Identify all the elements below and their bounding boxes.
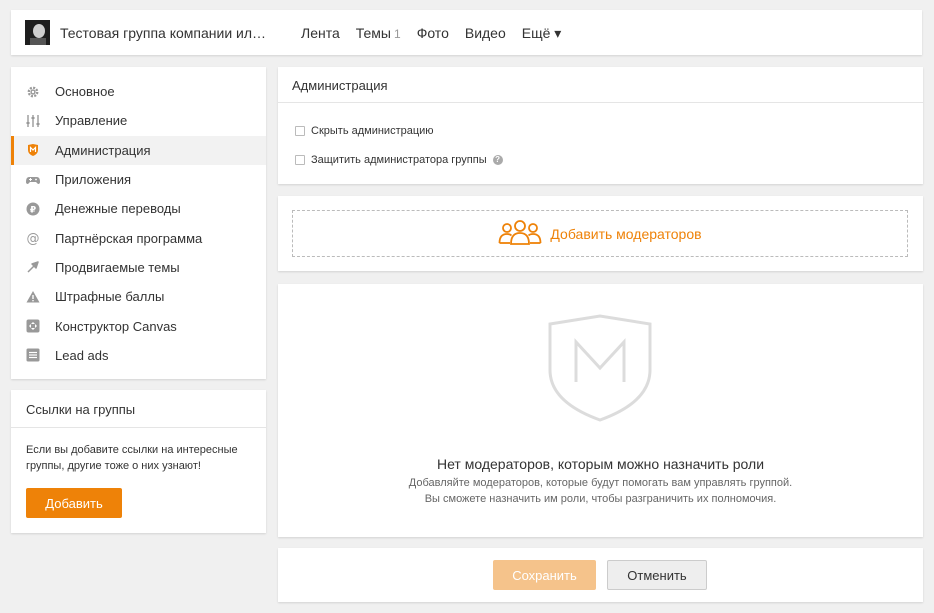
money-transfer-icon: ₽ (26, 202, 40, 216)
nav-topics-label: Темы (355, 25, 391, 41)
help-icon[interactable]: ? (492, 155, 503, 165)
sidebar-item-canvas[interactable]: Конструктор Canvas (11, 311, 266, 340)
hide-admin-checkbox[interactable] (295, 126, 305, 136)
administration-card: Администрация Скрыть администрацию Защит… (278, 67, 923, 184)
list-icon (26, 348, 40, 362)
group-header: Тестовая группа компании ил… Лента Темы 1… (11, 10, 922, 55)
sidebar-item-label: Приложения (55, 172, 132, 188)
moderator-shield-icon (546, 314, 654, 425)
warning-icon (26, 290, 40, 304)
sidebar-item-label: Управление (55, 113, 128, 129)
nav-topics-count: 1 (394, 27, 401, 41)
sidebar-item-penalty-points[interactable]: Штрафные баллы (11, 282, 266, 311)
administration-title: Администрация (292, 78, 388, 93)
sliders-icon (26, 114, 40, 128)
users-group-icon (498, 219, 542, 248)
group-links-title: Ссылки на группы (26, 402, 136, 417)
divider (278, 102, 923, 103)
at-icon: @ (26, 231, 40, 246)
cancel-button[interactable]: Отменить (607, 560, 707, 590)
nav-feed[interactable]: Лента (301, 25, 340, 42)
empty-state-line-1: Добавляйте модераторов, которые будут по… (408, 477, 793, 489)
save-button[interactable]: Сохранить (493, 560, 596, 590)
add-link-button[interactable]: Добавить (26, 488, 122, 518)
sidebar-item-partner-program[interactable]: @ Партнёрская программа (11, 223, 266, 252)
sidebar-item-label: Партнёрская программа (55, 230, 203, 246)
sidebar-item-label: Lead ads (55, 347, 109, 363)
nav-more[interactable]: Ещё ▾ (522, 25, 562, 42)
sidebar-item-label: Продвигаемые темы (55, 259, 180, 275)
hide-admin-label: Скрыть администрацию (311, 125, 434, 137)
svg-text:@: @ (27, 232, 40, 246)
add-moderators-card: Добавить модераторов (278, 196, 923, 271)
svg-text:₽: ₽ (30, 205, 36, 215)
nav-video[interactable]: Видео (465, 25, 506, 42)
group-nav: Лента Темы 1 Фото Видео Ещё ▾ (301, 25, 561, 42)
group-links-card: Ссылки на группы Если вы добавите ссылки… (11, 390, 266, 533)
settings-sidebar: Основное Управление Администрация Прилож… (11, 67, 266, 379)
group-links-description: Если вы добавите ссылки на интересные гр… (26, 444, 238, 472)
form-actions: Сохранить Отменить (278, 548, 923, 602)
sidebar-item-label: Денежные переводы (55, 201, 181, 217)
empty-state-line-2: Вы сможете назначить им роли, чтобы разг… (424, 493, 777, 505)
sidebar-item-money-transfers[interactable]: ₽ Денежные переводы (11, 194, 266, 223)
nav-topics[interactable]: Темы 1 (356, 25, 401, 42)
canvas-icon (26, 319, 40, 333)
sidebar-item-apps[interactable]: Приложения (11, 165, 266, 194)
sidebar-item-main[interactable]: Основное (11, 77, 266, 106)
sidebar-item-promoted-topics[interactable]: Продвигаемые темы (11, 253, 266, 282)
moderators-empty-state: Нет модераторов, которым можно назначить… (278, 284, 923, 537)
promote-arrow-icon (26, 260, 40, 274)
add-moderators-label: Добавить модераторов (550, 225, 702, 242)
hide-admin-checkbox-row[interactable]: Скрыть администрацию (295, 125, 434, 137)
sidebar-item-label: Штрафные баллы (55, 289, 165, 305)
add-moderators-button[interactable]: Добавить модераторов (292, 210, 908, 257)
sidebar-item-management[interactable]: Управление (11, 106, 266, 135)
protect-admin-checkbox[interactable] (295, 155, 305, 165)
divider (11, 427, 266, 428)
empty-state-title: Нет модераторов, которым можно назначить… (436, 456, 765, 472)
sidebar-item-lead-ads[interactable]: Lead ads (11, 341, 266, 370)
protect-admin-checkbox-row[interactable]: Защитить администратора группы ? (295, 154, 503, 166)
nav-photo[interactable]: Фото (417, 25, 449, 42)
group-title[interactable]: Тестовая группа компании ил… (60, 25, 266, 41)
sidebar-item-label: Администрация (55, 142, 151, 158)
group-avatar[interactable] (25, 20, 50, 45)
gamepad-icon (26, 173, 40, 187)
protect-admin-label: Защитить администратора группы (311, 154, 487, 166)
gear-icon (26, 85, 40, 99)
sidebar-item-label: Конструктор Canvas (55, 318, 177, 334)
sidebar-item-label: Основное (55, 84, 115, 100)
sidebar-item-administration[interactable]: Администрация (11, 135, 266, 165)
moderator-shield-icon (26, 143, 40, 157)
